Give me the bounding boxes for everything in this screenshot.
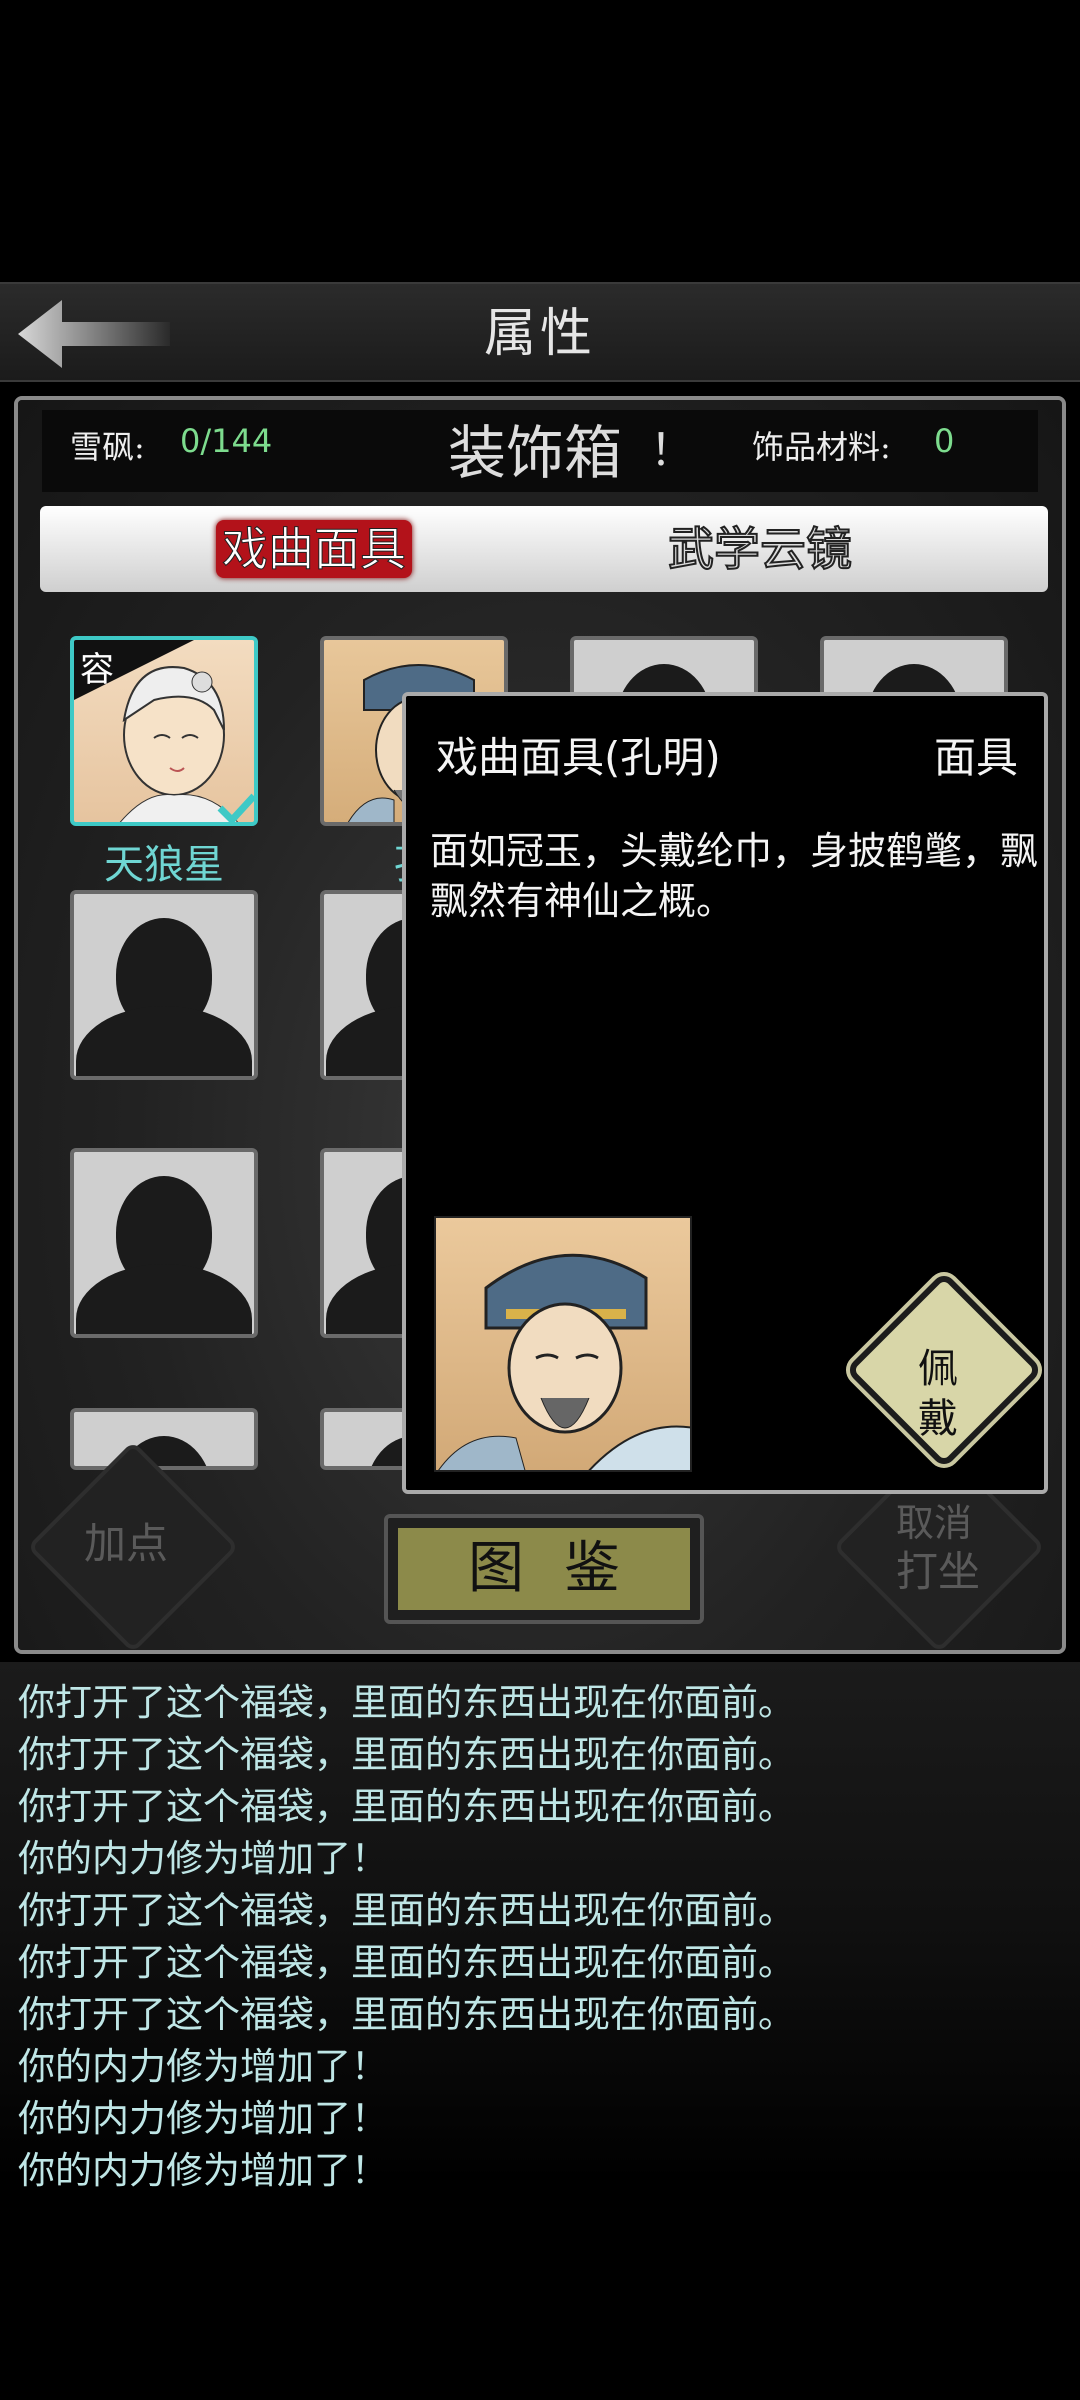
log-line: 你打开了这个福袋，里面的东西出现在你面前。: [18, 1681, 795, 1724]
box-title: 装饰箱: [448, 419, 623, 487]
item-description: 面如冠玉，头戴纶巾，身披鹤氅，飘飘然有神仙之概。: [430, 829, 1039, 923]
material-value: 0: [934, 422, 955, 460]
log-line: 你打开了这个福袋，里面的东西出现在你面前。: [18, 1941, 795, 1984]
slot-badge: 容: [80, 650, 114, 690]
mask-slot-selected[interactable]: 容: [70, 636, 258, 826]
log-line: 你打开了这个福袋，里面的东西出现在你面前。: [18, 1889, 795, 1932]
tab-martial-mirror[interactable]: 武学云镜: [630, 520, 890, 578]
meditate-label-bottom: 打坐: [896, 1547, 981, 1596]
tab-opera-mask-label: 戏曲面具: [222, 522, 407, 577]
atlas-button-face: 图鉴: [398, 1528, 690, 1610]
category-tab-bar: 戏曲面具 武学云镜: [40, 506, 1048, 592]
mask-slot-locked[interactable]: [70, 1408, 258, 1470]
wear-label-2: 戴: [918, 1396, 958, 1442]
mask-slot-locked[interactable]: [70, 1148, 258, 1338]
snow-stone-value: 0/144: [180, 422, 273, 460]
tab-martial-mirror-label: 武学云镜: [667, 521, 853, 577]
page-title: 属性: [483, 304, 596, 364]
add-point-label: 加点: [84, 1519, 169, 1568]
log-line: 你的内力修为增加了！: [18, 2149, 388, 2192]
material-label: 饰品材料:: [752, 428, 891, 466]
kongming-portrait-icon: [438, 1253, 690, 1470]
log-line: 你的内力修为增加了！: [18, 2045, 388, 2088]
item-detail-popup: 戏曲面具(孔明) 面具 面如冠玉，头戴纶巾，身披鹤氅，飘飘然有神仙之概。 佩 戴: [402, 692, 1048, 1494]
item-name: 戏曲面具(孔明): [436, 733, 721, 782]
tab-opera-mask[interactable]: 戏曲面具: [216, 520, 412, 578]
log-line: 你打开了这个福袋，里面的东西出现在你面前。: [18, 1785, 795, 1828]
slot-label-tianlangxing: 天狼星: [104, 842, 224, 888]
log-line: 你打开了这个福袋，里面的东西出现在你面前。: [18, 1733, 795, 1776]
log-line: 你的内力修为增加了！: [18, 1837, 388, 1880]
atlas-button-label: 图鉴: [468, 1536, 660, 1601]
snow-stone-label: 雪砜:: [70, 428, 145, 466]
item-type: 面具: [933, 733, 1018, 782]
mask-slot-locked[interactable]: [70, 890, 258, 1080]
kongming-portrait: [434, 1216, 692, 1472]
log-line: 你打开了这个福袋，里面的东西出现在你面前。: [18, 1993, 795, 2036]
atlas-button[interactable]: 图鉴: [384, 1514, 704, 1624]
message-log: 你打开了这个福袋，里面的东西出现在你面前。 你打开了这个福袋，里面的东西出现在你…: [0, 1662, 1080, 2192]
box-exclamation: ！: [650, 425, 694, 476]
log-line: 你的内力修为增加了！: [18, 2097, 388, 2140]
top-header: 属性: [0, 282, 1080, 382]
